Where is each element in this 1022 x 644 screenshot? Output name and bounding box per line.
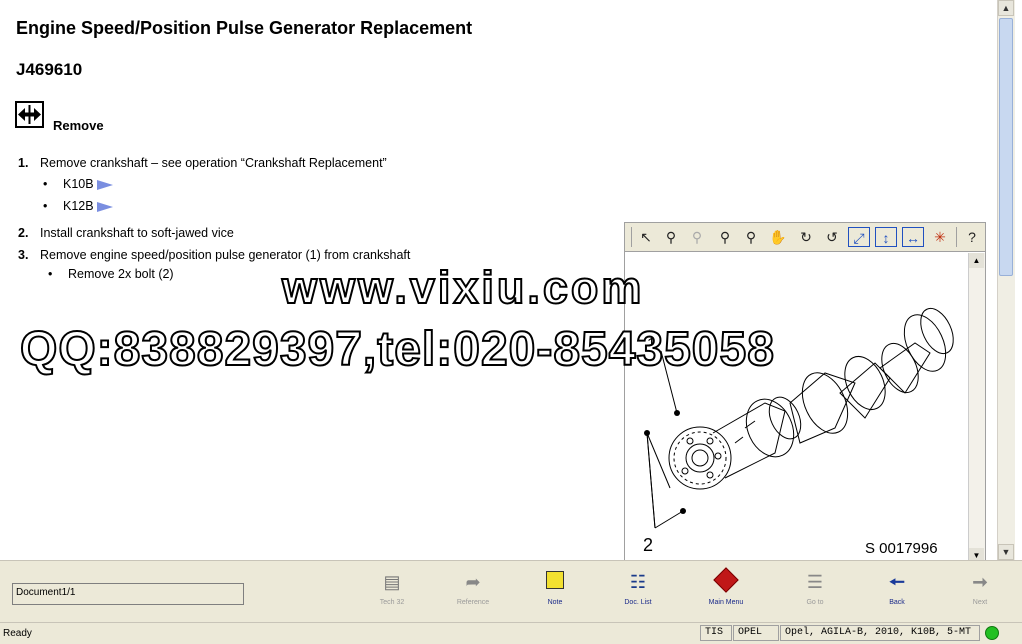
main-menu-button[interactable]: Main Menu bbox=[696, 567, 756, 619]
scroll-down-icon[interactable]: ▼ bbox=[998, 544, 1014, 560]
zoom-icon[interactable]: ⚲ bbox=[714, 227, 736, 247]
step-3: 3. Remove engine speed/position pulse gen… bbox=[18, 248, 410, 262]
job-number: J469610 bbox=[16, 60, 83, 79]
step-number: 1. bbox=[18, 156, 29, 170]
scroll-down-icon[interactable]: ▼ bbox=[969, 548, 984, 560]
pan-hand-icon[interactable]: ✋ bbox=[767, 227, 789, 247]
scroll-up-icon[interactable]: ▲ bbox=[969, 253, 984, 268]
status-vehicle: Opel, AGILA-B, 2010, K10B, 5-MT bbox=[780, 625, 980, 641]
note-icon bbox=[544, 571, 566, 593]
document-pane: Engine Speed/Position Pulse Generator Re… bbox=[0, 0, 997, 560]
status-bar: Ready TIS OPEL Opel, AGILA-B, 2010, K10B… bbox=[0, 622, 1022, 644]
main-menu-icon bbox=[713, 567, 739, 593]
crankshaft-illustration: 1 2 bbox=[643, 307, 954, 555]
fit-width-icon[interactable]: ↔ bbox=[902, 227, 924, 247]
bottom-toolbar: Document1/1 ▤ Tech 32 ➦ Reference Note ☷… bbox=[0, 560, 1022, 623]
page-title: Engine Speed/Position Pulse Generator Re… bbox=[16, 18, 473, 38]
bullet-k12b: • K12B bbox=[43, 199, 113, 213]
section-label: Remove bbox=[53, 118, 104, 133]
step-number: 2. bbox=[18, 226, 29, 240]
zoom-in-icon[interactable]: ⚲ bbox=[660, 227, 682, 247]
pointer-icon[interactable]: ↖ bbox=[635, 227, 657, 247]
remove-arrows-icon bbox=[15, 101, 44, 128]
scroll-up-icon[interactable]: ▲ bbox=[998, 0, 1014, 16]
step-1: 1. Remove crankshaft – see operation “Cra… bbox=[18, 156, 387, 170]
tech32-icon: ▤ bbox=[383, 572, 401, 592]
back-icon: 🠔 bbox=[889, 572, 905, 592]
reference-icon: ➦ bbox=[465, 572, 481, 592]
next-button[interactable]: ➞ Next bbox=[950, 571, 1010, 619]
rotate-left-icon[interactable]: ↺ bbox=[821, 227, 843, 247]
status-mode: TIS bbox=[700, 625, 732, 641]
step-text: Install crankshaft to soft-jawed vice bbox=[40, 226, 234, 240]
tech32-button[interactable]: ▤ Tech 32 bbox=[362, 571, 422, 619]
illustration-area: 1 2 S 0017996 bbox=[625, 253, 968, 560]
goto-icon: ☰ bbox=[806, 572, 824, 592]
viewer-toolbar: ↖ ⚲ ⚲ ⚲ ⚲ ✋ ↻ ↺ ⤢ ↕ ↔ ✳ ? bbox=[625, 223, 985, 252]
illustration-reference: S 0017996 bbox=[865, 540, 938, 557]
status-text: Ready bbox=[3, 628, 32, 639]
bullet-text: K12B bbox=[63, 199, 94, 213]
step-text: Remove engine speed/position pulse gener… bbox=[40, 248, 411, 262]
viewer-scrollbar[interactable]: ▲ ▼ bbox=[968, 253, 985, 560]
note-button[interactable]: Note bbox=[525, 571, 585, 619]
scroll-thumb[interactable] bbox=[999, 18, 1013, 276]
fit-height-icon[interactable]: ↕ bbox=[875, 227, 897, 247]
link-arrow-icon[interactable] bbox=[96, 201, 113, 212]
callout-2: 2 bbox=[643, 535, 653, 555]
image-viewer: ↖ ⚲ ⚲ ⚲ ⚲ ✋ ↻ ↺ ⤢ ↕ ↔ ✳ ? 1 2 S 0017996 … bbox=[624, 222, 986, 560]
step-number: 3. bbox=[18, 248, 29, 262]
doc-list-icon: ☷ bbox=[629, 572, 647, 592]
hotspot-icon[interactable]: ✳ bbox=[929, 227, 951, 247]
link-arrow-icon[interactable] bbox=[96, 179, 113, 190]
back-button[interactable]: 🠔 Back bbox=[867, 571, 927, 619]
step-text: Remove crankshaft – see operation “Crank… bbox=[40, 156, 387, 170]
bullet-k10b: • K10B bbox=[43, 177, 113, 191]
goto-button[interactable]: ☰ Go to bbox=[785, 571, 845, 619]
zoom-out-icon[interactable]: ⚲ bbox=[686, 227, 708, 247]
rotate-right-icon[interactable]: ↻ bbox=[795, 227, 817, 247]
bullet-text: Remove 2x bolt (2) bbox=[68, 267, 174, 281]
fit-page-icon[interactable]: ⤢ bbox=[848, 227, 870, 247]
next-icon: ➞ bbox=[972, 572, 988, 592]
help-icon[interactable]: ? bbox=[961, 227, 983, 247]
bullet-remove-bolt: • Remove 2x bolt (2) bbox=[48, 267, 174, 281]
doc-list-button[interactable]: ☷ Doc. List bbox=[608, 571, 668, 619]
watermark-url: www.vixiu.com bbox=[281, 261, 645, 314]
step-2: 2. Install crankshaft to soft-jawed vice bbox=[18, 226, 234, 240]
document-scrollbar[interactable]: ▲ ▼ bbox=[997, 0, 1015, 560]
connection-status-icon bbox=[985, 626, 999, 640]
reference-button[interactable]: ➦ Reference bbox=[443, 571, 503, 619]
status-make: OPEL bbox=[733, 625, 779, 641]
document-counter: Document1/1 bbox=[12, 583, 244, 605]
bullet-text: K10B bbox=[63, 177, 94, 191]
watermark-contact: QQ:838829397,tel:020-85435058 bbox=[19, 322, 775, 377]
zoom-area-icon[interactable]: ⚲ bbox=[740, 227, 762, 247]
